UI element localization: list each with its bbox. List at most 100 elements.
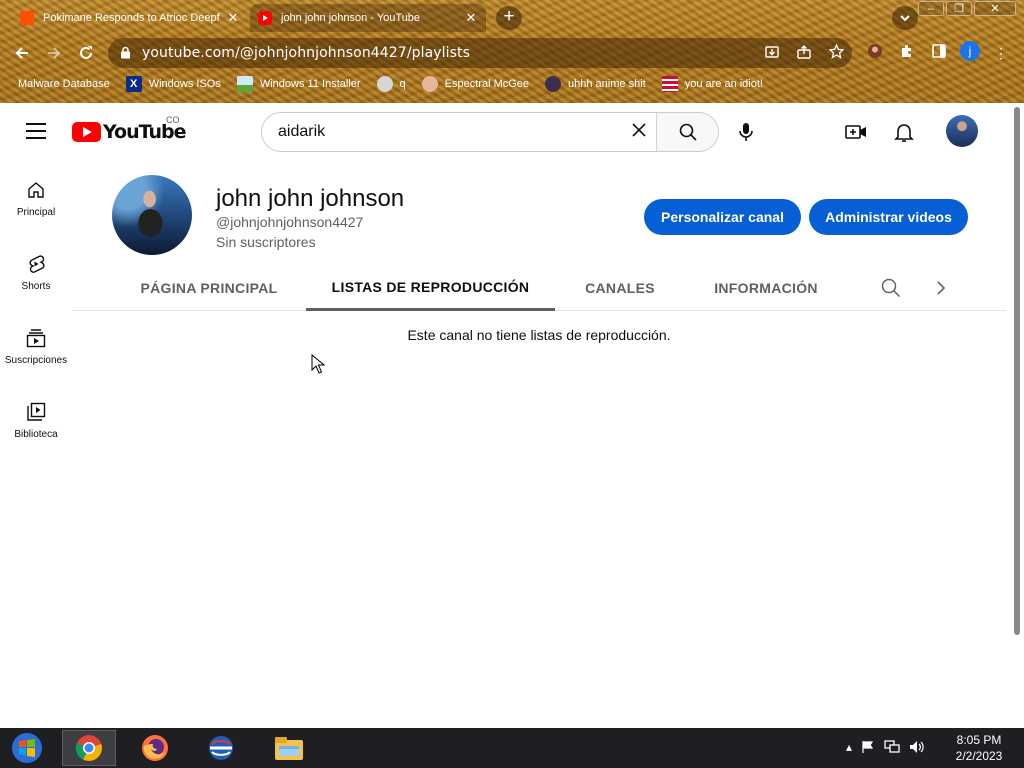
taskbar-ie[interactable]	[194, 730, 248, 766]
search-button[interactable]	[656, 113, 718, 151]
close-window-button[interactable]: ✕	[974, 1, 1016, 16]
clear-search-icon[interactable]	[622, 121, 656, 144]
account-avatar[interactable]	[946, 115, 978, 147]
youtube-logo[interactable]: YouTube CO	[72, 115, 186, 143]
bookmarks-bar: Malware Database X Windows ISOs Windows …	[0, 72, 1024, 96]
bookmark-item[interactable]: q	[376, 76, 406, 92]
chevron-right-icon[interactable]	[930, 277, 952, 299]
tab-strip: Pokimane Responds to Atrioc Deepf ✕ john…	[0, 0, 1024, 34]
action-center-flag-icon[interactable]	[861, 740, 875, 757]
microphone-icon[interactable]	[736, 121, 756, 143]
start-button[interactable]	[0, 730, 54, 766]
arrow-right-icon	[48, 47, 61, 59]
profile-avatar[interactable]: j	[960, 41, 980, 61]
youtube-page: YouTube CO Principal S	[0, 103, 1024, 728]
image-icon	[236, 76, 253, 92]
clock-date: 2/2/2023	[955, 749, 1003, 763]
install-app-icon[interactable]	[756, 45, 788, 62]
network-icon[interactable]	[884, 740, 900, 757]
forward-button[interactable]	[42, 41, 66, 65]
page-scrollbar[interactable]	[1010, 103, 1024, 728]
scrollbar-thumb[interactable]	[1014, 107, 1020, 635]
face-icon	[421, 76, 438, 92]
channel-name: john john johnson	[216, 185, 405, 212]
tab-playlists[interactable]: LISTAS DE REPRODUCCIÓN	[306, 265, 555, 311]
sidebar-item-shorts[interactable]: Shorts	[0, 233, 72, 307]
minimize-button[interactable]: –	[918, 1, 944, 16]
reload-button[interactable]	[74, 41, 98, 65]
lock-icon	[120, 46, 132, 60]
arrow-left-icon	[15, 47, 28, 59]
subscriptions-icon	[26, 329, 46, 348]
new-tab-button[interactable]: +	[496, 6, 522, 30]
chrome-icon	[75, 735, 102, 761]
browser-menu-icon[interactable]: ⋮	[990, 43, 1012, 63]
shorts-icon	[29, 255, 45, 273]
reload-icon	[80, 46, 92, 59]
search-box	[261, 112, 719, 152]
taskbar-chrome[interactable]	[62, 730, 116, 766]
side-panel-icon[interactable]	[928, 43, 950, 63]
channel-tabs: PÁGINA PRINCIPAL LISTAS DE REPRODUCCIÓN …	[72, 265, 1006, 311]
taskbar-firefox[interactable]	[128, 730, 182, 766]
browser-tab-1[interactable]: Pokimane Responds to Atrioc Deepf ✕	[12, 4, 248, 32]
volume-icon[interactable]	[909, 740, 925, 757]
manage-videos-button[interactable]: Administrar videos	[809, 199, 968, 235]
address-bar[interactable]: youtube.com/@johnjohnjohnson4427/playlis…	[108, 38, 852, 68]
tab-home[interactable]: PÁGINA PRINCIPAL	[108, 265, 310, 311]
tab-close-icon[interactable]: ✕	[226, 10, 240, 26]
windows-orb-icon	[12, 733, 42, 763]
country-code: CO	[166, 115, 180, 125]
sidebar-item-label: Principal	[16, 207, 56, 218]
browser-globe-icon	[209, 736, 233, 760]
taskbar-explorer[interactable]	[262, 730, 316, 766]
notifications-bell-icon[interactable]	[892, 120, 916, 144]
subscriber-count: Sin suscriptores	[216, 234, 316, 250]
sidebar-item-library[interactable]: Biblioteca	[0, 381, 72, 455]
youtube-play-icon	[72, 122, 101, 142]
back-button[interactable]	[10, 41, 34, 65]
system-clock[interactable]: 8:05 PM 2/2/2023	[946, 732, 1012, 764]
guide-sidebar: Principal Shorts Suscripciones Bibliotec…	[0, 159, 72, 455]
bookmark-item[interactable]: Windows 11 Installer	[236, 76, 361, 92]
sidebar-item-label: Suscripciones	[4, 355, 68, 366]
create-video-icon[interactable]	[844, 120, 868, 144]
empty-playlists-message: Este canal no tiene listas de reproducci…	[407, 327, 671, 343]
system-tray: ▴	[846, 740, 925, 757]
share-icon[interactable]	[788, 44, 820, 62]
menu-icon[interactable]	[26, 123, 46, 139]
extensions-puzzle-icon[interactable]	[896, 43, 918, 63]
bookmark-label: Malware Database	[18, 78, 110, 90]
channel-search-icon[interactable]	[880, 277, 902, 299]
bookmark-item[interactable]: Malware Database	[18, 78, 110, 90]
bookmark-item[interactable]: X Windows ISOs	[125, 76, 221, 92]
chevron-up-icon[interactable]: ▴	[846, 740, 852, 757]
clock-time: 8:05 PM	[956, 733, 1002, 747]
channel-header: john john johnson @johnjohnjohnson4427 S…	[112, 175, 982, 265]
sidebar-item-subscriptions[interactable]: Suscripciones	[0, 307, 72, 381]
bookmark-item[interactable]: uhhh anime shit	[545, 76, 646, 92]
bookmark-star-icon[interactable]	[820, 43, 852, 62]
url-text: youtube.com/@johnjohnjohnson4427/playlis…	[142, 45, 471, 61]
bookmark-item[interactable]: Espectral McGee	[421, 76, 530, 92]
sidebar-item-principal[interactable]: Principal	[0, 159, 72, 233]
search-icon	[679, 123, 697, 141]
search-input[interactable]	[262, 113, 622, 151]
tab-title: john john johnson - YouTube	[281, 12, 421, 24]
tab-title: Pokimane Responds to Atrioc Deepf	[43, 12, 220, 24]
tab-channels[interactable]: CANALES	[558, 265, 682, 311]
mouse-cursor-icon	[311, 353, 326, 374]
browser-tab-2[interactable]: john john johnson - YouTube ✕	[250, 4, 486, 32]
channel-handle: @johnjohnjohnson4427	[216, 214, 364, 230]
sidebar-item-label: Shorts	[21, 281, 51, 292]
bookmark-label: Espectral McGee	[444, 78, 530, 90]
chevron-down-icon	[900, 15, 910, 22]
tab-search-button[interactable]	[892, 6, 918, 30]
extension-avatar-icon[interactable]	[864, 43, 886, 63]
tab-about[interactable]: INFORMACIÓN	[692, 265, 840, 311]
tab-close-icon[interactable]: ✕	[464, 10, 478, 26]
bookmark-item[interactable]: you are an idiot!	[661, 76, 763, 92]
x-icon: X	[125, 76, 142, 92]
customize-channel-button[interactable]: Personalizar canal	[644, 199, 801, 235]
maximize-button[interactable]: ❐	[946, 1, 972, 16]
